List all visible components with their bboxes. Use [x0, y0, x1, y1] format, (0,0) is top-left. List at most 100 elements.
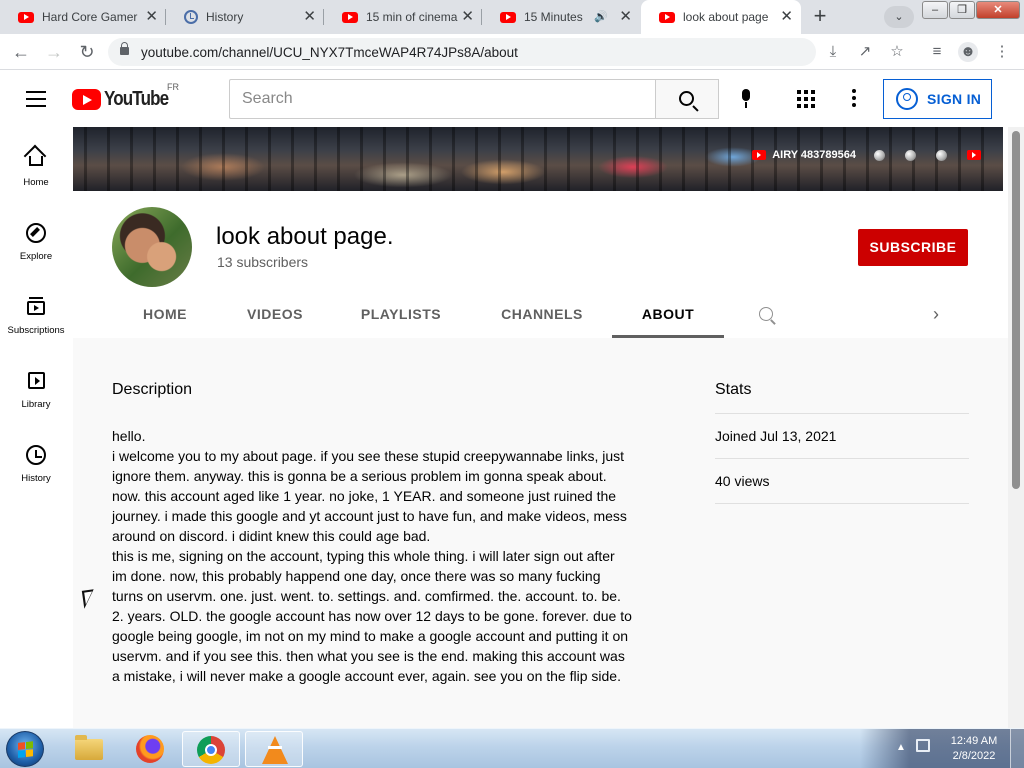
taskbar-firefox[interactable] — [122, 731, 180, 767]
channel-header: look about page. 13 subscribers SUBSCRIB… — [73, 191, 1008, 338]
folder-icon — [75, 735, 103, 760]
browser-tab[interactable]: History ✕ — [166, 0, 324, 34]
maximize-button[interactable]: ❐ — [949, 1, 975, 19]
media-queue-icon[interactable]: ≡ — [927, 42, 947, 62]
link-ball-icon[interactable] — [905, 149, 916, 161]
sidebar-item-subscriptions[interactable]: Subscriptions — [0, 295, 72, 355]
clock-date: 2/8/2022 — [952, 750, 996, 762]
tab-videos[interactable]: VIDEOS — [229, 290, 321, 338]
apps-grid-icon[interactable] — [797, 90, 815, 108]
start-button[interactable] — [6, 731, 44, 767]
sidebar-item-explore[interactable]: Explore — [0, 221, 72, 281]
tab-playlists[interactable]: PLAYLISTS — [345, 290, 457, 338]
channel-search-icon[interactable] — [759, 307, 773, 321]
browser-menu-icon[interactable]: ⋮ — [992, 42, 1012, 62]
tab-about[interactable]: ABOUT — [612, 290, 724, 338]
search-icon — [679, 91, 694, 106]
account-icon — [896, 88, 918, 110]
sidebar-item-label: History — [21, 473, 51, 484]
close-tab-icon[interactable]: ✕ — [461, 9, 474, 25]
close-tab-icon[interactable]: ✕ — [303, 9, 316, 25]
country-code: FR — [167, 82, 179, 92]
network-icon[interactable] — [916, 739, 930, 752]
forward-arrow-icon[interactable]: → — [42, 40, 66, 64]
youtube-play-icon — [72, 88, 101, 110]
scrollbar-thumb[interactable] — [1012, 131, 1020, 489]
close-tab-icon[interactable]: ✕ — [145, 9, 158, 25]
library-icon — [28, 372, 45, 389]
taskbar-chrome[interactable] — [182, 731, 240, 767]
description-line: hello. — [112, 428, 146, 444]
back-arrow-icon[interactable]: ← — [9, 40, 33, 64]
taskbar-vlc[interactable] — [245, 731, 303, 767]
browser-tab-active[interactable]: look about page ✕ — [641, 0, 801, 34]
about-section: Description hello. i welcome you to my a… — [73, 338, 1008, 728]
description-heading: Description — [112, 381, 193, 398]
tab-title: 15 min of cinema — [366, 10, 458, 24]
search-input[interactable] — [230, 80, 656, 118]
description-text: hello. i welcome you to my about page. i… — [112, 426, 632, 686]
youtube-masthead: YouTube FR SIGN IN — [0, 71, 1016, 127]
browser-tab[interactable]: 15 min of cinema ✕ — [324, 0, 482, 34]
guide-sidebar: Home Explore Subscriptions Library Histo… — [0, 127, 72, 728]
compass-icon — [26, 223, 46, 243]
tab-channels[interactable]: CHANNELS — [482, 290, 602, 338]
youtube-icon[interactable] — [967, 150, 981, 160]
tab-home[interactable]: HOME — [124, 290, 206, 338]
new-tab-button[interactable]: + — [806, 4, 834, 30]
show-desktop-button[interactable] — [1010, 729, 1024, 768]
sign-in-button[interactable]: SIGN IN — [883, 79, 992, 119]
address-bar[interactable]: youtube.com/channel/UCU_NYX7TmceWAP4R74J… — [108, 38, 816, 66]
bookmark-star-icon[interactable]: ☆ — [887, 42, 907, 62]
stats-heading: Stats — [715, 381, 752, 398]
reload-icon[interactable]: ↻ — [75, 40, 99, 64]
close-tab-icon[interactable]: ✕ — [780, 9, 793, 25]
tab-title: Hard Core Gamer — [42, 10, 138, 24]
voice-search-button[interactable] — [734, 87, 758, 111]
search-box[interactable] — [229, 79, 656, 119]
channel-avatar[interactable] — [112, 207, 192, 287]
close-tab-icon[interactable]: ✕ — [619, 9, 632, 25]
subscribe-button[interactable]: SUBSCRIBE — [858, 229, 968, 266]
sidebar-item-history[interactable]: History — [0, 443, 72, 503]
hamburger-menu-icon[interactable] — [26, 91, 46, 107]
window-close-button[interactable]: ✕ — [976, 1, 1020, 19]
audio-playing-icon[interactable]: 🔊 — [594, 10, 608, 23]
show-hidden-icons-icon[interactable]: ▲ — [896, 742, 906, 753]
page-scrollbar[interactable] — [1008, 127, 1024, 728]
profile-icon[interactable]: ☻ — [958, 42, 978, 62]
settings-kebab-icon[interactable] — [852, 89, 858, 109]
share-icon[interactable]: ↗ — [855, 42, 875, 62]
link-ball-icon[interactable] — [936, 149, 947, 161]
home-icon — [29, 156, 43, 166]
youtube-icon[interactable] — [752, 150, 767, 160]
youtube-icon — [500, 11, 516, 23]
sidebar-item-label: Home — [23, 177, 49, 188]
description-line: this is me, signing on the account, typi… — [112, 548, 632, 684]
windows-taskbar: ▲ 12:49 AM 2/8/2022 — [0, 728, 1024, 768]
chevron-right-icon[interactable]: › — [933, 304, 947, 324]
link-ball-icon[interactable] — [874, 149, 885, 161]
tab-title: History — [206, 10, 244, 24]
windows-logo-icon — [18, 741, 34, 758]
clock-time: 12:49 AM — [950, 735, 998, 747]
install-app-icon[interactable]: ⤓ — [823, 42, 843, 62]
banner-link-text[interactable]: AIRY 483789564 — [772, 149, 856, 161]
search-button[interactable] — [655, 79, 719, 119]
lock-icon[interactable] — [120, 42, 129, 55]
youtube-icon — [18, 11, 34, 23]
minimize-button[interactable]: – — [922, 1, 948, 19]
subscriptions-icon — [27, 297, 45, 315]
sidebar-item-library[interactable]: Library — [0, 369, 72, 429]
sidebar-item-home[interactable]: Home — [0, 147, 72, 207]
youtube-logo[interactable]: YouTube FR — [72, 82, 180, 111]
youtube-wordmark: YouTube — [104, 87, 169, 110]
sidebar-item-label: Subscriptions — [7, 325, 65, 336]
url-text[interactable]: youtube.com/channel/UCU_NYX7TmceWAP4R74J… — [141, 45, 518, 60]
microphone-icon — [742, 89, 750, 108]
clock[interactable]: 12:49 AM 2/8/2022 — [948, 734, 1000, 764]
tab-search-icon[interactable]: ⌄ — [884, 6, 914, 28]
browser-tab[interactable]: Hard Core Gamer ✕ — [0, 0, 166, 34]
taskbar-explorer[interactable] — [60, 731, 118, 767]
browser-tab[interactable]: 15 Minutes of 🔊 ✕ — [482, 0, 640, 34]
